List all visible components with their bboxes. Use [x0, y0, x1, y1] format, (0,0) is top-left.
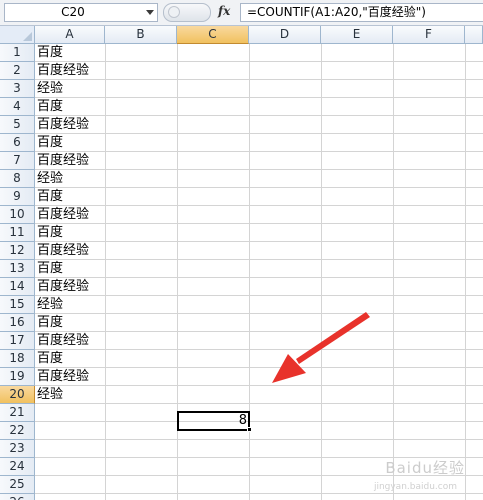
cell-a4[interactable]: 百度	[37, 98, 63, 116]
row-header-12[interactable]: 12	[0, 242, 35, 260]
cell-a20[interactable]: 经验	[37, 386, 63, 404]
row-header-1[interactable]: 1	[0, 44, 35, 62]
cell-a5[interactable]: 百度经验	[37, 116, 89, 134]
cell-a11[interactable]: 百度	[37, 224, 63, 242]
chevron-down-icon[interactable]	[146, 10, 154, 15]
row-header-2[interactable]: 2	[0, 62, 35, 80]
formula-bar: C20 fx =COUNTIF(A1:A20,"百度经验")	[0, 0, 483, 26]
row-header-14[interactable]: 14	[0, 278, 35, 296]
row-header-22[interactable]: 22	[0, 422, 35, 440]
cell-a7[interactable]: 百度经验	[37, 152, 89, 170]
row-header-4[interactable]: 4	[0, 98, 35, 116]
row-header-20[interactable]: 20	[0, 386, 35, 404]
cell-a8[interactable]: 经验	[37, 170, 63, 188]
row-header-18[interactable]: 18	[0, 350, 35, 368]
column-header-g[interactable]	[465, 26, 483, 44]
row-header-24[interactable]: 24	[0, 458, 35, 476]
fill-handle[interactable]	[247, 427, 252, 432]
cell-gridlines	[35, 44, 483, 500]
watermark-url: jingyan.baidu.com	[373, 482, 457, 492]
insert-function-icon[interactable]: fx	[218, 4, 230, 18]
row-header-21[interactable]: 21	[0, 404, 35, 422]
column-header-c[interactable]: C	[177, 26, 249, 44]
select-all-corner[interactable]	[0, 26, 35, 44]
row-header-15[interactable]: 15	[0, 296, 35, 314]
grip-circle-icon	[168, 6, 180, 18]
row-header-7[interactable]: 7	[0, 152, 35, 170]
watermark-logo: Baidu经验	[385, 459, 465, 477]
name-box-value: C20	[61, 5, 85, 19]
row-header-5[interactable]: 5	[0, 116, 35, 134]
cell-a1[interactable]: 百度	[37, 44, 63, 62]
row-header-9[interactable]: 9	[0, 188, 35, 206]
column-header-b[interactable]: B	[105, 26, 177, 44]
row-header-23[interactable]: 23	[0, 440, 35, 458]
cell-a19[interactable]: 百度经验	[37, 368, 89, 386]
row-header-10[interactable]: 10	[0, 206, 35, 224]
cell-c20-value[interactable]: 8	[179, 412, 247, 430]
column-header-d[interactable]: D	[249, 26, 321, 44]
cell-a12[interactable]: 百度经验	[37, 242, 89, 260]
cell-a10[interactable]: 百度经验	[37, 206, 89, 224]
row-header-26[interactable]: 26	[0, 494, 35, 500]
row-header-6[interactable]: 6	[0, 134, 35, 152]
cell-a2[interactable]: 百度经验	[37, 62, 89, 80]
row-header-13[interactable]: 13	[0, 260, 35, 278]
row-header-8[interactable]: 8	[0, 170, 35, 188]
cell-a16[interactable]: 百度	[37, 314, 63, 332]
name-box[interactable]: C20	[4, 3, 158, 22]
row-header-25[interactable]: 25	[0, 476, 35, 494]
row-header-3[interactable]: 3	[0, 80, 35, 98]
cell-a13[interactable]: 百度	[37, 260, 63, 278]
cell-a6[interactable]: 百度	[37, 134, 63, 152]
worksheet-grid[interactable]: ABCDEF 1 2 3 4 5 6 7 8 9 10 11 12 13 14 15 16 17 18 19 20 21…	[0, 26, 483, 500]
row-header-16[interactable]: 16	[0, 314, 35, 332]
cell-a18[interactable]: 百度	[37, 350, 63, 368]
cell-a9[interactable]: 百度	[37, 188, 63, 206]
column-header-a[interactable]: A	[35, 26, 105, 44]
formula-input[interactable]: =COUNTIF(A1:A20,"百度经验")	[240, 3, 483, 22]
row-header-19[interactable]: 19	[0, 368, 35, 386]
row-header-11[interactable]: 11	[0, 224, 35, 242]
formula-bar-resize-grip[interactable]	[163, 3, 211, 22]
cell-a3[interactable]: 经验	[37, 80, 63, 98]
cell-a15[interactable]: 经验	[37, 296, 63, 314]
column-header-e[interactable]: E	[321, 26, 393, 44]
cell-a14[interactable]: 百度经验	[37, 278, 89, 296]
cell-a17[interactable]: 百度经验	[37, 332, 89, 350]
row-header-17[interactable]: 17	[0, 332, 35, 350]
column-header-f[interactable]: F	[393, 26, 465, 44]
